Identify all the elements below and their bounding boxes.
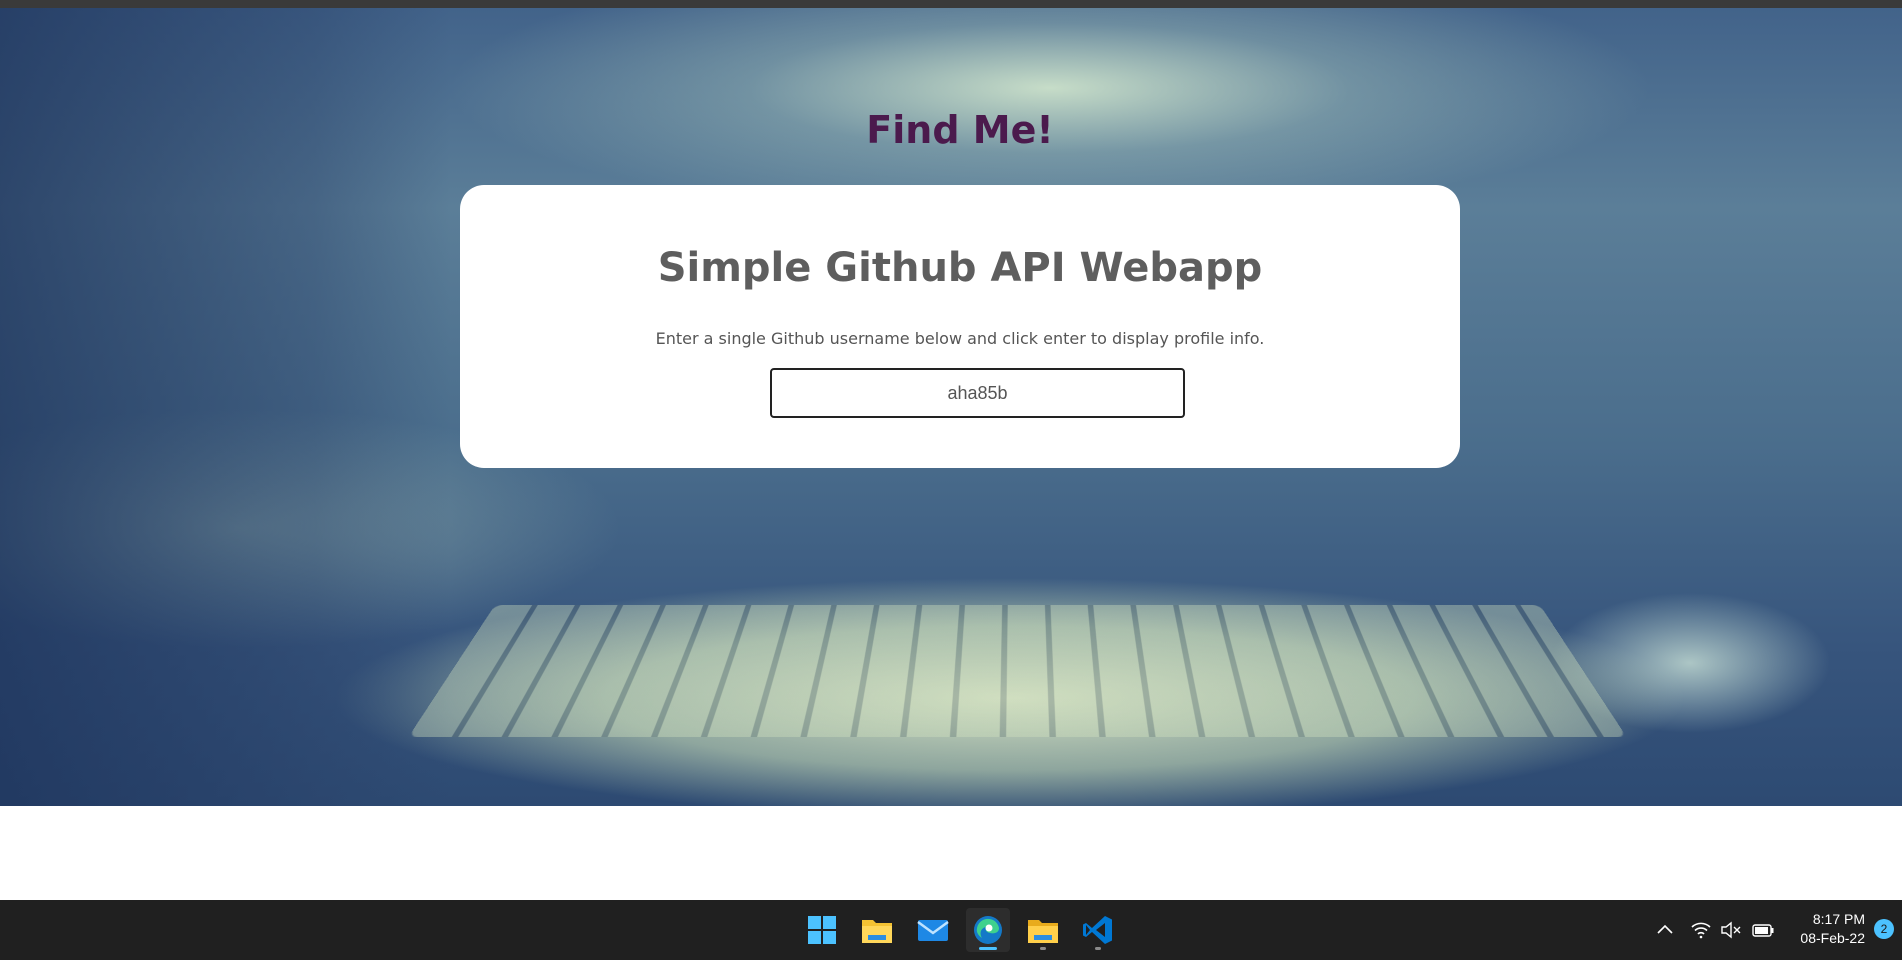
clock-date: 08-Feb-22: [1800, 930, 1865, 946]
folder-icon: [1028, 920, 1058, 943]
card-title: Simple Github API Webapp: [657, 245, 1263, 291]
start-icon: [808, 916, 836, 944]
taskbar-vscode[interactable]: [1076, 908, 1120, 952]
taskbar-folder[interactable]: [1021, 908, 1065, 952]
taskbar-edge[interactable]: [966, 908, 1010, 952]
chevron-up-icon[interactable]: [1652, 920, 1678, 940]
notification-badge[interactable]: 2: [1874, 919, 1894, 939]
edge-icon: [974, 916, 1002, 944]
taskbar: 8:17 PM 08-Feb-22: [0, 900, 1902, 960]
start-button[interactable]: [800, 908, 844, 952]
page-title: Find Me!: [866, 108, 1054, 152]
browser-top-edge: [0, 0, 1902, 8]
clock-time: 8:17 PM: [1812, 911, 1865, 927]
vscode-icon: [1083, 916, 1112, 944]
search-card: Simple Github API Webapp Enter a single …: [460, 185, 1460, 468]
wifi-icon[interactable]: [1690, 920, 1712, 940]
battery-icon[interactable]: [1750, 920, 1776, 940]
volume-muted-icon[interactable]: [1720, 920, 1742, 940]
running-app-indicator: [1040, 947, 1046, 950]
taskbar-mail[interactable]: [911, 908, 955, 952]
active-app-indicator: [979, 947, 997, 950]
taskbar-clock[interactable]: 8:17 PM 08-Feb-22: [1785, 910, 1865, 948]
running-app-indicator: [1095, 947, 1101, 950]
mail-icon: [917, 920, 949, 941]
card-description: Enter a single Github username below and…: [655, 329, 1265, 348]
file-explorer-icon: [862, 920, 892, 943]
username-input[interactable]: [770, 368, 1185, 418]
taskbar-file-explorer[interactable]: [855, 908, 899, 952]
system-tray: [1652, 900, 1776, 960]
